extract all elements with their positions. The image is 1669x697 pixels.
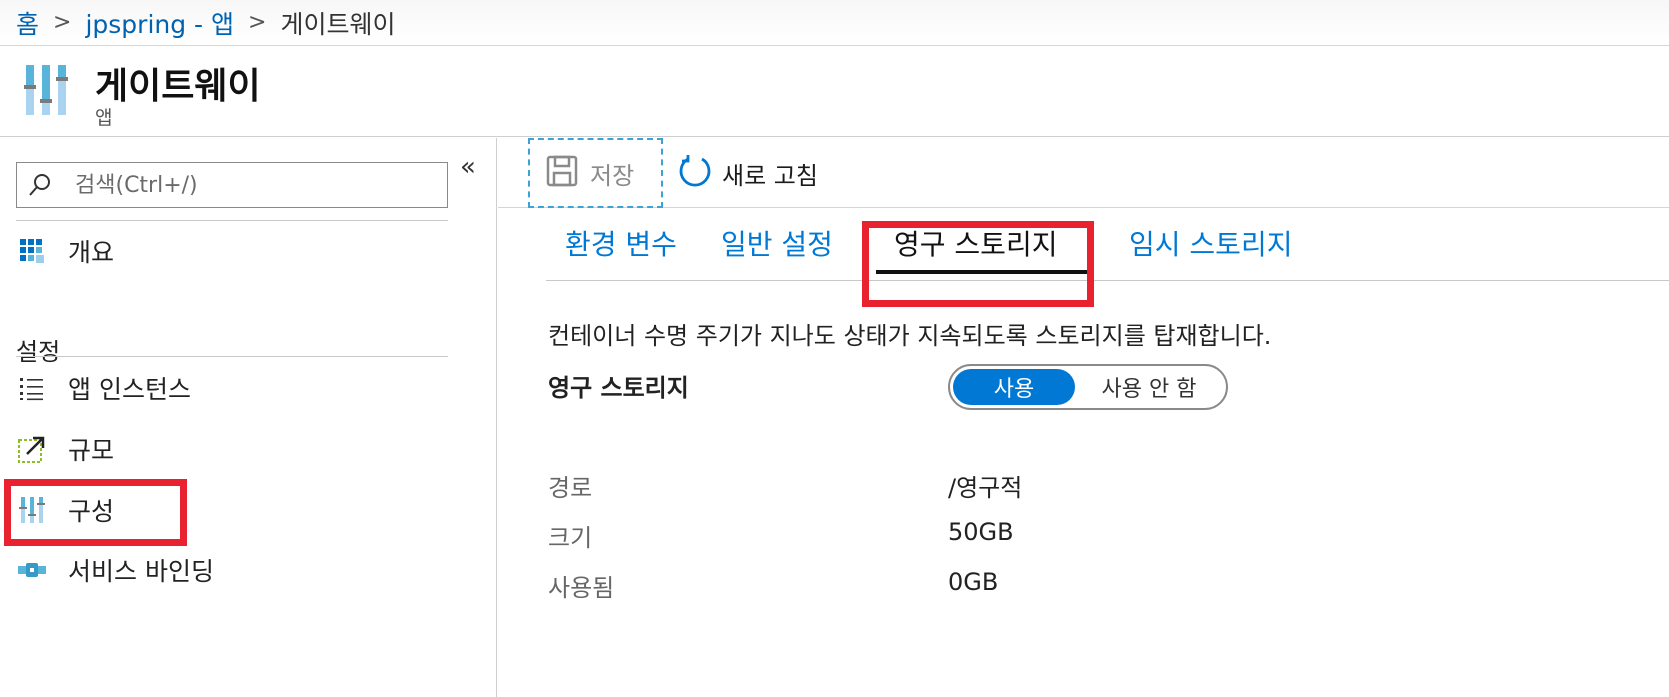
path-label: 경로 — [548, 474, 593, 502]
sidebar-item-scale[interactable]: 규모 — [16, 429, 114, 469]
tab-general-settings[interactable]: 일반 설정 — [721, 223, 833, 263]
sidebar-item-label: 서비스 바인딩 — [68, 557, 214, 586]
toggle-option-enable[interactable]: 사용 — [953, 369, 1075, 405]
search-icon — [17, 163, 63, 207]
save-button[interactable]: 저장 — [528, 138, 663, 208]
refresh-icon — [678, 154, 712, 192]
page-header: 게이트웨이 앱 — [0, 47, 1669, 137]
service-binding-icon — [16, 554, 48, 586]
description-text: 컨테이너 수명 주기가 지나도 상태가 지속되도록 스토리지를 탑재합니다. — [548, 322, 1272, 350]
toolbar: 저장 새로 고침 — [498, 138, 1669, 208]
scale-icon — [16, 433, 48, 465]
size-value: 50GB — [948, 518, 1014, 546]
sidebar-item-label: 앱 인스턴스 — [68, 375, 191, 404]
save-icon — [546, 155, 578, 191]
tab-temporary-storage[interactable]: 임시 스토리지 — [1129, 223, 1292, 263]
configuration-sliders-icon — [22, 63, 70, 117]
breadcrumb-current: 게이트웨이 — [280, 9, 396, 39]
save-button-label: 저장 — [590, 161, 635, 190]
page-title: 게이트웨이 — [95, 66, 261, 107]
list-icon — [16, 372, 48, 404]
page-subtitle: 앱 — [95, 107, 113, 129]
search-input[interactable] — [63, 172, 433, 198]
used-label: 사용됨 — [548, 574, 615, 602]
refresh-button[interactable]: 새로 고침 — [678, 148, 818, 198]
path-value: /영구적 — [948, 474, 1023, 502]
sidebar-item-overview[interactable]: 개요 — [16, 231, 114, 271]
toggle-option-disable[interactable]: 사용 안 함 — [1075, 369, 1223, 405]
highlight-box — [4, 479, 187, 546]
collapse-sidebar-button[interactable]: « — [460, 152, 476, 182]
breadcrumb-home-link[interactable]: 홈 — [16, 5, 39, 41]
refresh-button-label: 새로 고침 — [722, 161, 818, 190]
sidebar-item-label: 규모 — [68, 436, 115, 465]
breadcrumb-separator: > — [53, 10, 72, 35]
breadcrumb-app-link[interactable]: jpspring - 앱 — [85, 5, 234, 41]
breadcrumb: 홈 > jpspring - 앱 > 게이트웨이 — [0, 0, 1669, 46]
persistent-storage-label: 영구 스토리지 — [548, 374, 689, 402]
search-box[interactable] — [16, 162, 448, 208]
tab-bar: 환경 변수 일반 설정 영구 스토리지 임시 스토리지 — [546, 213, 1669, 281]
used-value: 0GB — [948, 568, 999, 596]
sidebar: « 개요 설정 — [0, 138, 497, 697]
sidebar-item-service-binding[interactable]: 서비스 바인딩 — [16, 550, 214, 590]
highlight-box — [862, 221, 1094, 307]
size-label: 크기 — [548, 524, 593, 552]
breadcrumb-separator: > — [248, 10, 267, 35]
sidebar-item-app-instances[interactable]: 앱 인스턴스 — [16, 368, 191, 408]
section-title-settings: 설정 — [16, 338, 61, 366]
overview-grid-icon — [16, 235, 48, 267]
main-content: 저장 새로 고침 환경 변수 일반 설정 영구 스토리지 임시 스토리지 컨테이… — [498, 138, 1669, 697]
tab-environment-variables[interactable]: 환경 변수 — [565, 223, 677, 263]
persistent-storage-toggle[interactable]: 사용 사용 안 함 — [948, 364, 1228, 410]
divider — [16, 220, 448, 221]
divider — [16, 356, 448, 357]
sidebar-item-label: 개요 — [68, 238, 115, 267]
